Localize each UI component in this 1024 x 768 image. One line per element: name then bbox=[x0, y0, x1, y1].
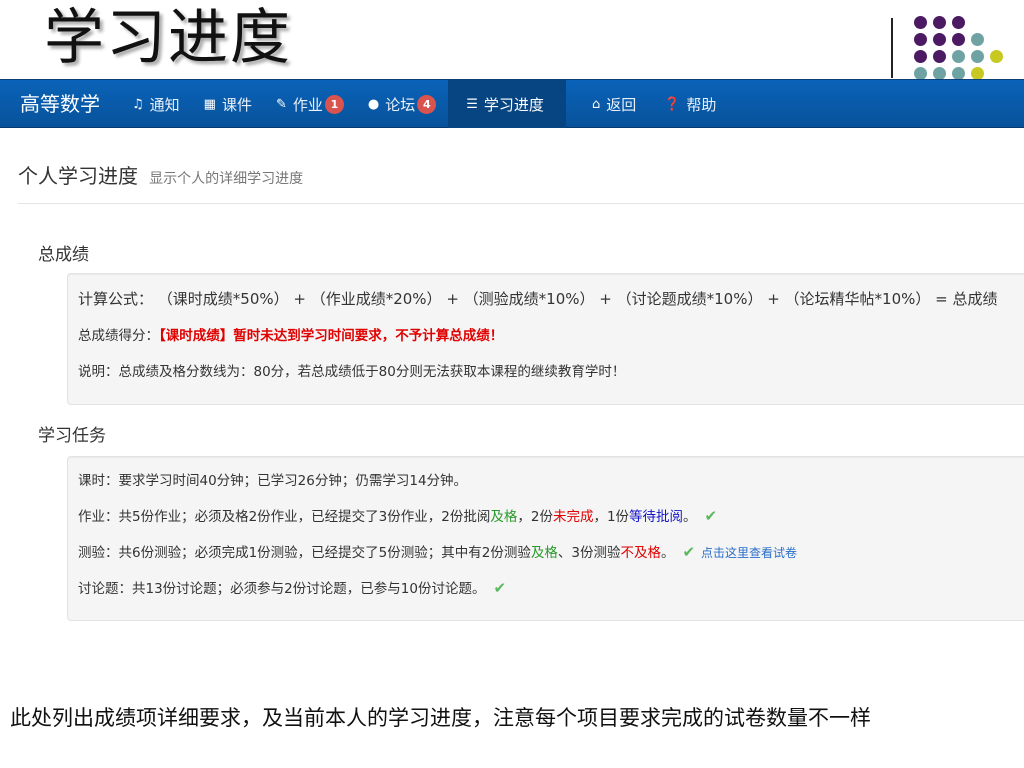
forum-badge: 4 bbox=[417, 94, 437, 114]
nav-label: 课件 bbox=[221, 95, 252, 114]
nav-label: 返回 bbox=[606, 95, 637, 114]
lesson-line: 课时：要求学习时间40分钟；已学习26分钟；仍需学习14分钟。 bbox=[78, 473, 468, 489]
check-icon: ✔ bbox=[704, 507, 718, 525]
check-icon: ✔ bbox=[682, 543, 696, 561]
total-score-panel: 计算公式： （课时成绩*50%） + （作业成绩*20%） + （测验成绩*10… bbox=[67, 273, 1024, 405]
decor-dot bbox=[971, 33, 984, 46]
discussion-text: 讨论题：共13份讨论题；必须参与2份讨论题，已参与10份讨论题。 bbox=[78, 581, 486, 597]
quiz-fail: 不及格 bbox=[620, 545, 661, 561]
nav-item-progress[interactable]: ☰ 学习进度 bbox=[448, 80, 566, 128]
decor-dot bbox=[990, 50, 1003, 63]
score-value: 【课时成绩】暂时未达到学习时间要求，不予计算总成绩！ bbox=[159, 328, 504, 344]
view-quiz-link[interactable]: 点击这里查看试卷 bbox=[701, 546, 797, 560]
quiz-line: 测验：共6份测验；必须完成1份测验，已经提交了5份测验；其中有2份测验及格、3份… bbox=[78, 541, 797, 561]
decor-dot bbox=[914, 33, 927, 46]
quiz-text-end: 。 bbox=[660, 545, 675, 561]
decor-dot bbox=[952, 33, 965, 46]
film-icon: ▦ bbox=[203, 96, 216, 112]
total-score-heading: 总成绩 bbox=[38, 245, 89, 265]
decor-dot bbox=[952, 50, 965, 63]
pencil-icon: ✎ bbox=[275, 96, 287, 112]
decor-dot bbox=[933, 33, 946, 46]
nav-items: ♫ 通知 ▦ 课件 ✎ 作业 1 ● 论坛 4 ☰ 学习进度 ⌂ 返回 ❓ 帮助 bbox=[120, 80, 728, 128]
page-header: 个人学习进度 显示个人的详细学习进度 bbox=[18, 160, 1024, 189]
homework-badge: 1 bbox=[324, 94, 344, 114]
pass-note: 说明：总成绩及格分数线为：80分，若总成绩低于80分则无法获取本课程的继续教育学… bbox=[78, 364, 626, 380]
homework-pass: 及格 bbox=[490, 509, 518, 525]
nav-item-help[interactable]: ❓ 帮助 bbox=[648, 80, 728, 128]
page-title: 个人学习进度 bbox=[18, 164, 138, 188]
nav-label: 学习进度 bbox=[483, 95, 544, 114]
quiz-pass: 及格 bbox=[530, 545, 558, 561]
homework-text-mid2: ，1份 bbox=[593, 509, 630, 525]
homework-line: 作业：共5份作业；必须及格2份作业，已经提交了3份作业，2份批阅及格，2份未完成… bbox=[78, 505, 717, 525]
homework-text: 作业：共5份作业；必须及格2份作业，已经提交了3份作业，2份批阅 bbox=[78, 509, 491, 525]
decorative-dots bbox=[910, 14, 1024, 80]
comment-icon: ● bbox=[367, 96, 380, 112]
decor-dot bbox=[933, 50, 946, 63]
quiz-text: 测验：共6份测验；必须完成1份测验，已经提交了5份测验；其中有2份测验 bbox=[78, 545, 531, 561]
homework-pending: 等待批阅 bbox=[629, 509, 684, 525]
tasks-panel: 课时：要求学习时间40分钟；已学习26分钟；仍需学习14分钟。 作业：共5份作业… bbox=[67, 456, 1024, 621]
home-icon: ⌂ bbox=[591, 96, 601, 112]
score-label: 总成绩得分： bbox=[78, 328, 159, 344]
decor-dot bbox=[914, 50, 927, 63]
header-divider bbox=[18, 203, 1024, 204]
bell-icon: ♫ bbox=[132, 96, 144, 112]
page-subtitle: 显示个人的详细学习进度 bbox=[149, 171, 304, 187]
slide-caption: 此处列出成绩项详细要求，及当前本人的学习进度，注意每个项目要求完成的试卷数量不一… bbox=[10, 706, 871, 730]
nav-label: 论坛 bbox=[385, 95, 416, 114]
decor-dot bbox=[952, 16, 965, 29]
nav-item-forum[interactable]: ● 论坛 4 bbox=[356, 80, 448, 128]
question-icon: ❓ bbox=[664, 96, 681, 112]
homework-text-mid: ，2份 bbox=[517, 509, 553, 525]
score-line: 总成绩得分：【课时成绩】暂时未达到学习时间要求，不予计算总成绩！ bbox=[78, 324, 503, 344]
nav-item-homework[interactable]: ✎ 作业 1 bbox=[264, 80, 356, 128]
formula-text: 计算公式： （课时成绩*50%） + （作业成绩*20%） + （测验成绩*10… bbox=[78, 290, 998, 308]
nav-item-courseware[interactable]: ▦ 课件 bbox=[192, 80, 264, 128]
nav-item-notice[interactable]: ♫ 通知 bbox=[120, 80, 192, 128]
slide-title: 学习进度 bbox=[44, 3, 292, 73]
check-icon: ✔ bbox=[493, 579, 507, 597]
quiz-text-mid: 、3份测验 bbox=[557, 545, 621, 561]
course-brand[interactable]: 高等数学 bbox=[20, 80, 100, 128]
decor-dot bbox=[933, 16, 946, 29]
nav-label: 通知 bbox=[149, 95, 180, 114]
tasks-heading: 学习任务 bbox=[38, 426, 106, 446]
title-divider bbox=[891, 18, 893, 78]
homework-text-end: 。 bbox=[683, 509, 697, 525]
top-navbar: 高等数学 ♫ 通知 ▦ 课件 ✎ 作业 1 ● 论坛 4 ☰ 学习进度 ⌂ 返回… bbox=[0, 79, 1024, 128]
nav-label: 作业 bbox=[292, 95, 323, 114]
homework-unfinished: 未完成 bbox=[552, 509, 594, 525]
discussion-line: 讨论题：共13份讨论题；必须参与2份讨论题，已参与10份讨论题。 ✔ bbox=[78, 577, 506, 597]
decor-dot bbox=[914, 16, 927, 29]
nav-label: 帮助 bbox=[686, 95, 717, 114]
decor-dot bbox=[971, 50, 984, 63]
list-icon: ☰ bbox=[466, 96, 478, 112]
nav-item-back[interactable]: ⌂ 返回 bbox=[566, 80, 648, 128]
